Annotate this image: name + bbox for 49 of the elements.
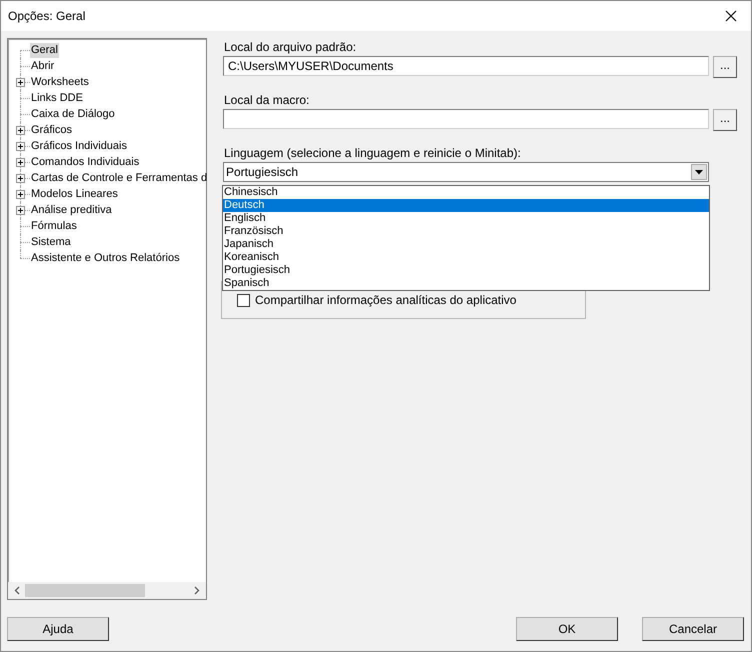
tree-item[interactable]: Modelos Lineares xyxy=(30,186,119,202)
horizontal-scrollbar[interactable] xyxy=(8,582,206,599)
expand-icon[interactable] xyxy=(16,174,25,183)
language-option[interactable]: Portugiesisch xyxy=(223,264,709,277)
language-option[interactable]: Koreanisch xyxy=(223,251,709,264)
tree-item[interactable]: Assistente e Outros Relatórios xyxy=(30,250,181,266)
close-icon[interactable] xyxy=(725,10,737,22)
field-label: Local do arquivo padrão: xyxy=(224,39,358,56)
field-label: Local da macro: xyxy=(224,92,310,109)
path-field[interactable] xyxy=(223,109,709,129)
window-title: Opções: Geral xyxy=(8,9,86,23)
scrollbar-thumb[interactable] xyxy=(25,584,145,597)
field-label: Linguagem (selecione a linguagem e reinicie o Minitab): xyxy=(224,145,522,162)
dialog-button[interactable]: OK xyxy=(516,617,618,641)
language-option[interactable]: Deutsch xyxy=(223,199,709,212)
language-option[interactable]: Englisch xyxy=(223,212,709,225)
browse-button[interactable]: ... xyxy=(713,109,737,131)
expand-icon[interactable] xyxy=(16,190,25,199)
scroll-right-icon[interactable] xyxy=(194,586,200,595)
language-option[interactable]: Chinesisch xyxy=(223,186,709,199)
checkbox[interactable] xyxy=(237,294,250,306)
tree-item[interactable]: Caixa de Diálogo xyxy=(30,106,116,122)
tree-item[interactable]: Sistema xyxy=(30,234,72,250)
tree-item[interactable]: Worksheets xyxy=(30,74,90,90)
dialog-button[interactable]: Ajuda xyxy=(7,617,109,641)
path-field[interactable]: C:\Users\MYUSER\Documents xyxy=(223,56,709,76)
tree-item[interactable]: Gráficos Individuais xyxy=(30,138,128,154)
dialog-button[interactable]: Cancelar xyxy=(642,617,744,641)
scroll-left-icon[interactable] xyxy=(14,586,20,595)
expand-icon[interactable] xyxy=(16,142,25,151)
tree-item[interactable]: Links DDE xyxy=(30,90,84,106)
tree-item[interactable]: Fórmulas xyxy=(30,218,78,234)
tree-item[interactable]: Cartas de Controle e Ferramentas d xyxy=(30,170,208,186)
tree-item[interactable]: Gráficos xyxy=(30,122,73,138)
tree-item[interactable]: Geral xyxy=(30,42,59,58)
expand-icon[interactable] xyxy=(16,206,25,215)
language-option[interactable]: Spanisch xyxy=(223,277,709,290)
language-option[interactable]: Französisch xyxy=(223,225,709,238)
tree-item[interactable]: Comandos Individuais xyxy=(30,154,140,170)
dropdown-arrow-icon xyxy=(695,170,703,174)
browse-button[interactable]: ... xyxy=(713,56,737,78)
expand-icon[interactable] xyxy=(16,126,25,135)
checkbox-label[interactable]: Compartilhar informações analíticas do aplicativo xyxy=(255,293,516,307)
tree-item[interactable]: Abrir xyxy=(30,58,56,74)
expand-icon[interactable] xyxy=(16,78,25,87)
tree-item[interactable]: Análise preditiva xyxy=(30,202,113,218)
language-option[interactable]: Japanisch xyxy=(223,238,709,251)
expand-icon[interactable] xyxy=(16,158,25,167)
language-dropdown[interactable]: Portugiesisch xyxy=(223,162,709,182)
